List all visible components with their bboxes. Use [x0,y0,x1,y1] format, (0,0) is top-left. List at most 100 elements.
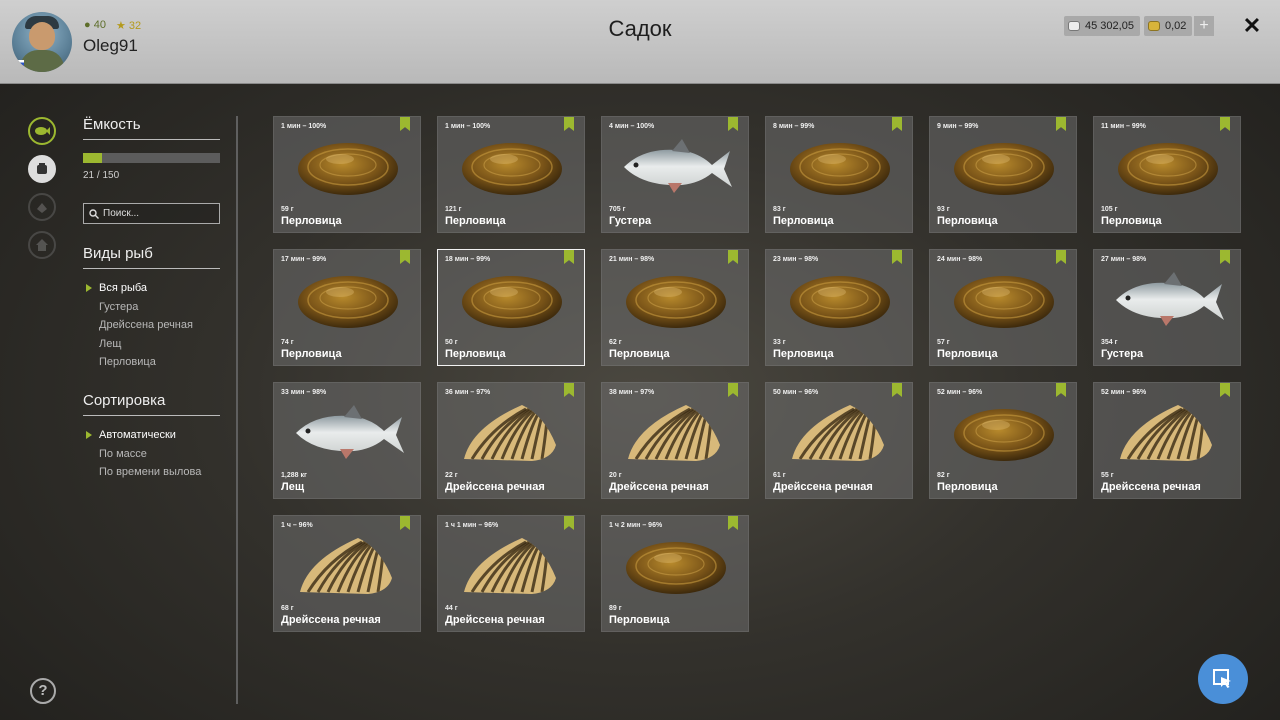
catch-name: Густера [609,215,652,227]
bookmark-icon [564,383,574,397]
species-filter-item[interactable]: Вся рыба [83,279,233,298]
sort-option-item[interactable]: По времени вылова [83,463,233,482]
catch-card[interactable]: 52 мин – 96% 82 г Перловица [929,382,1077,499]
close-button[interactable]: ✕ [1240,14,1264,38]
catch-mass: 121 г [445,206,462,213]
catch-grid: 1 мин – 100% 59 г Перловица 1 мин – 100% 121… [273,116,1243,632]
catch-time: 36 мин – 97% [445,389,491,396]
search-placeholder: Поиск... [103,208,140,219]
catch-name: Лещ [281,481,305,493]
bookmark-icon [564,117,574,131]
bookmark-icon [400,250,410,264]
bookmark-icon [1056,250,1066,264]
trophy-icon[interactable] [28,193,56,221]
catch-name: Дрейссена речная [281,614,381,626]
catch-card[interactable]: 33 мин – 98% 1,288 кг Лещ [273,382,421,499]
catch-time: 33 мин – 98% [281,389,327,396]
catch-name: Перловица [1101,215,1162,227]
catch-name: Перловица [937,348,998,360]
catch-name: Густера [1101,348,1144,360]
catch-time: 50 мин – 96% [773,389,819,396]
catch-name: Перловица [281,348,342,360]
catch-card[interactable]: 9 мин – 99% 93 г Перловица [929,116,1077,233]
catch-mass: 354 г [1101,339,1118,346]
catch-name: Перловица [937,481,998,493]
species-filter-item[interactable]: Густера [83,298,233,317]
bookmark-icon [892,250,902,264]
home-icon[interactable] [28,231,56,259]
sorting-heading: Сортировка [83,392,220,416]
catch-card[interactable]: 18 мин – 99% 50 г Перловица [437,249,585,366]
catch-mass: 44 г [445,605,458,612]
species-filter-list: Вся рыба Густера Дрейссена речная Лещ Перлов… [83,279,233,372]
catch-time: 4 мин – 100% [609,123,655,130]
catch-mass: 59 г [281,206,294,213]
catch-card[interactable]: 1 ч 1 мин – 96% 44 г Дрейссена речная [437,515,585,632]
species-filter-item[interactable]: Перловица [83,353,233,372]
catch-card[interactable]: 24 мин – 98% 57 г Перловица [929,249,1077,366]
catch-mass: 62 г [609,339,622,346]
catch-card[interactable]: 23 мин – 98% 33 г Перловица [765,249,913,366]
search-input[interactable]: Поиск... [83,203,220,224]
catch-card[interactable]: 17 мин – 99% 74 г Перловица [273,249,421,366]
catch-card[interactable]: 38 мин – 97% 20 г Дрейссена речная [601,382,749,499]
cursor-mode-button[interactable] [1198,654,1248,704]
catch-mass: 68 г [281,605,294,612]
capacity-count: 21 / 150 [83,170,120,181]
sort-option-item[interactable]: По массе [83,445,233,464]
fish-tab-icon[interactable] [28,117,56,145]
catch-time: 27 мин – 98% [1101,256,1147,263]
catch-mass: 705 г [609,206,626,213]
catch-card[interactable]: 8 мин – 99% 83 г Перловица [765,116,913,233]
catch-name: Перловица [937,215,998,227]
catch-time: 11 мин – 99% [1101,123,1146,130]
sort-option-item[interactable]: Автоматически [83,426,233,445]
bookmark-icon [564,516,574,530]
catch-card[interactable]: 36 мин – 97% 22 г Дрейссена речная [437,382,585,499]
catch-time: 8 мин – 99% [773,123,815,130]
bookmark-icon [564,250,574,264]
panel-divider [236,116,238,704]
silver-coin-icon [1068,21,1080,31]
catch-time: 1 мин – 100% [445,123,491,130]
catch-card[interactable]: 52 мин – 96% 55 г Дрейссена речная [1093,382,1241,499]
species-filter-item[interactable]: Дрейссена речная [83,316,233,335]
silver-balance: 45 302,05 [1064,16,1140,36]
catch-card[interactable]: 50 мин – 96% 61 г Дрейссена речная [765,382,913,499]
catch-card[interactable]: 21 мин – 98% 62 г Перловица [601,249,749,366]
search-icon [89,208,99,219]
catch-mass: 105 г [1101,206,1118,213]
bookmark-icon [728,516,738,530]
catch-card[interactable]: 1 ч 2 мин – 96% 89 г Перловица [601,515,749,632]
bookmark-icon [728,250,738,264]
sorting-list: Автоматически По массе По времени вылова [83,426,233,482]
catch-card[interactable]: 1 ч – 96% 68 г Дрейссена речная [273,515,421,632]
catch-time: 17 мин – 99% [281,256,327,263]
catch-card[interactable]: 27 мин – 98% 354 г Густера [1093,249,1241,366]
top-bar: ● 40 ★ 32 Oleg91 Садок 45 302,05 0,02 + … [0,0,1280,84]
catch-mass: 93 г [937,206,950,213]
bookmark-icon [892,383,902,397]
bookmark-icon [1220,250,1230,264]
catch-mass: 83 г [773,206,786,213]
catch-card[interactable]: 1 мин – 100% 121 г Перловица [437,116,585,233]
catch-time: 52 мин – 96% [1101,389,1147,396]
bookmark-icon [728,117,738,131]
help-icon[interactable]: ? [30,678,56,704]
catch-name: Дрейссена речная [1101,481,1201,493]
catch-mass: 22 г [445,472,458,479]
catch-mass: 74 г [281,339,294,346]
catch-time: 38 мин – 97% [609,389,655,396]
catch-card[interactable]: 4 мин – 100% 705 г Густера [601,116,749,233]
catch-mass: 50 г [445,339,458,346]
keepnet-icon[interactable] [28,155,56,183]
catch-card[interactable]: 11 мин – 99% 105 г Перловица [1093,116,1241,233]
species-filter-item[interactable]: Лещ [83,335,233,354]
catch-name: Перловица [445,348,506,360]
catch-mass: 82 г [937,472,950,479]
catch-card[interactable]: 1 мин – 100% 59 г Перловица [273,116,421,233]
add-gold-button[interactable]: + [1194,16,1214,36]
catch-name: Дрейссена речная [445,614,545,626]
catch-mass: 61 г [773,472,786,479]
bookmark-icon [1056,383,1066,397]
